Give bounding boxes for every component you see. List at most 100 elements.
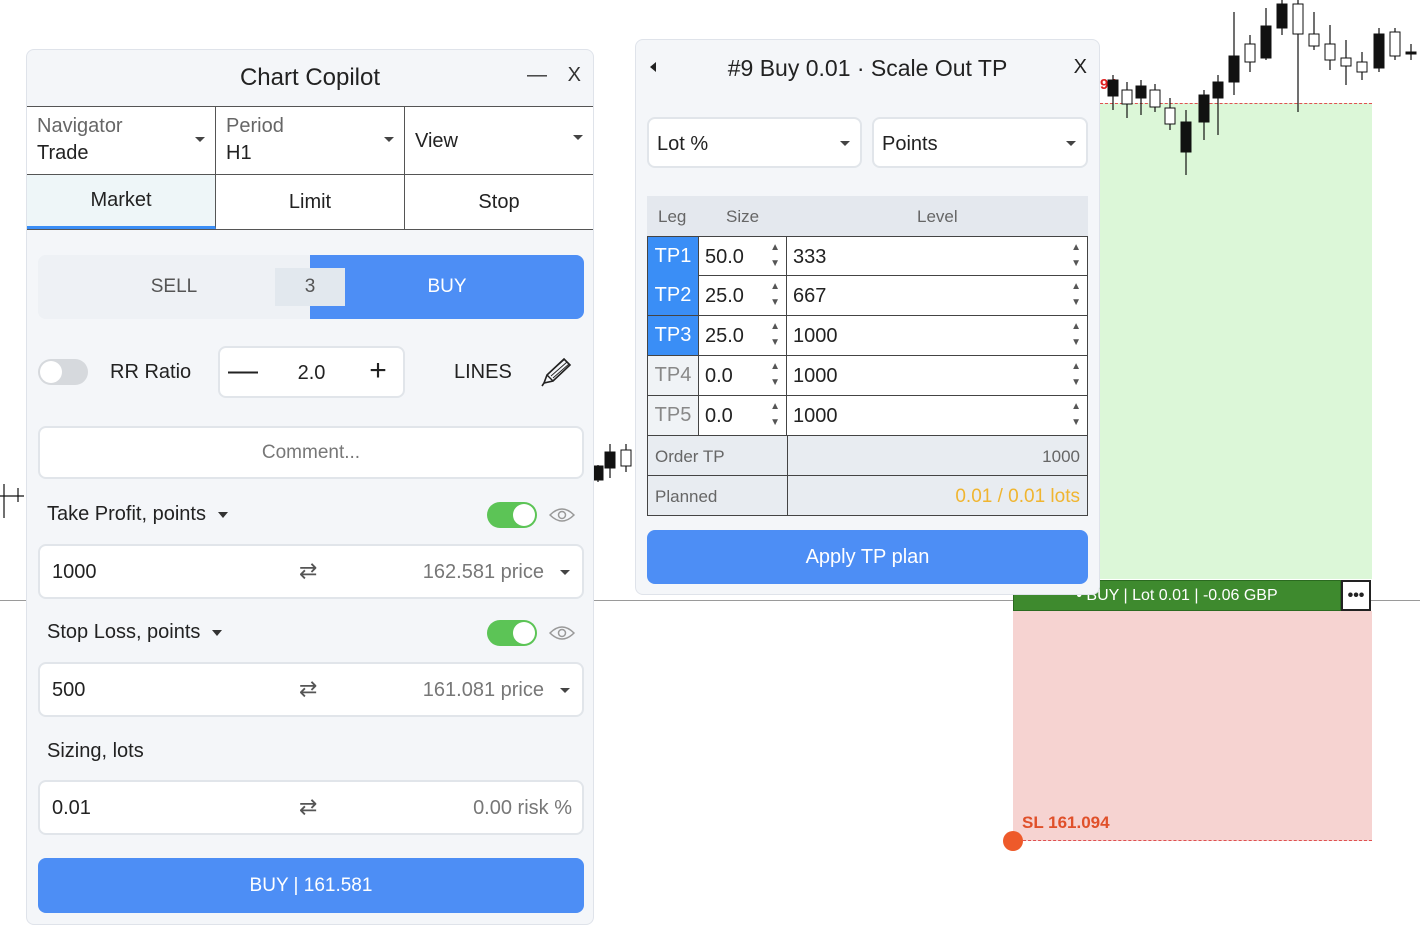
chevron-down-icon[interactable] [560, 688, 570, 693]
chevron-down-icon[interactable] [560, 570, 570, 575]
sell-button[interactable]: SELL [38, 255, 310, 319]
leg-size-input[interactable]: 0.0 ▲ ▼ [699, 396, 787, 435]
leg-level-input[interactable]: 1000 ▲ ▼ [787, 396, 1087, 435]
spin-arrows-icon[interactable]: ▲ ▼ [1071, 279, 1081, 311]
leg-toggle-4[interactable]: TP4 [648, 356, 699, 395]
stop-loss-mode-dropdown[interactable]: Stop Loss, points [47, 621, 223, 644]
apply-tp-plan-button[interactable]: Apply TP plan [647, 530, 1088, 584]
spin-arrows-icon[interactable]: ▲ ▼ [770, 359, 780, 391]
leg-level-input[interactable]: 333 ▲ ▼ [787, 237, 1087, 276]
tab-market[interactable]: Market [27, 175, 216, 229]
navigator-value: Trade [37, 142, 89, 164]
chevron-down-icon [217, 511, 228, 518]
eye-icon[interactable] [549, 506, 575, 524]
candle-body [1121, 89, 1133, 105]
spin-arrows-icon[interactable]: ▲ ▼ [770, 319, 780, 351]
spin-arrows-icon[interactable]: ▲ ▼ [1071, 319, 1081, 351]
candle-body [1308, 33, 1320, 47]
eye-icon[interactable] [549, 624, 575, 642]
spin-arrows-icon[interactable]: ▲ ▼ [1071, 240, 1081, 272]
tab-limit[interactable]: Limit [216, 175, 405, 229]
leg-level-value: 1000 [793, 365, 838, 387]
risk-percent-input[interactable]: 0.00 risk % [473, 797, 572, 820]
rr-ratio-row: RR Ratio — 2.0 + LINES [38, 346, 584, 398]
planned-row: Planned 0.01 / 0.01 lots [647, 476, 1088, 516]
view-dropdown[interactable]: View [405, 107, 593, 174]
order-tp-value: 1000 [1042, 447, 1080, 466]
panel-title: Chart Copilot [239, 64, 381, 91]
take-profit-points-input[interactable]: 1000 [52, 561, 97, 584]
leg-rows: TP1 50.0 ▲ ▼ 333 ▲ ▼ TP2 25.0 ▲ ▼ 667 ▲ ▼ TP3 25.0 ▲ ▼ 100… [647, 236, 1088, 436]
comment-input[interactable]: Comment... [38, 426, 584, 479]
candle-body [1292, 3, 1304, 35]
candle-body [1107, 79, 1119, 97]
leg-size-input[interactable]: 25.0 ▲ ▼ [699, 316, 787, 355]
navigator-dropdown[interactable]: Navigator Trade [27, 107, 216, 174]
leg-toggle-2[interactable]: TP2 [648, 276, 699, 315]
leg-toggle-3[interactable]: TP3 [648, 316, 699, 355]
back-arrow-icon[interactable] [650, 62, 656, 72]
swap-icon[interactable]: ⇄ [299, 558, 317, 584]
swap-icon[interactable]: ⇄ [299, 794, 317, 820]
sizing-label: Sizing, lots [47, 740, 144, 762]
leg-level-input[interactable]: 1000 ▲ ▼ [787, 356, 1087, 395]
planned-label: Planned [655, 487, 718, 506]
period-label: Period [226, 115, 284, 137]
panel-header[interactable]: Chart Copilot — X [27, 50, 593, 106]
spin-arrows-icon[interactable]: ▲ ▼ [770, 279, 780, 311]
leg-size-input[interactable]: 0.0 ▲ ▼ [699, 356, 787, 395]
increment-button[interactable]: + [363, 356, 393, 386]
divider [787, 436, 788, 475]
rr-ratio-label: RR Ratio [110, 361, 192, 383]
leg-level-input[interactable]: 667 ▲ ▼ [787, 276, 1087, 315]
spin-arrows-icon[interactable]: ▲ ▼ [1071, 359, 1081, 391]
pencil-icon[interactable] [538, 356, 574, 388]
side-toggle: SELL BUY 3 [38, 255, 584, 319]
stop-loss-toggle[interactable] [487, 620, 537, 646]
spin-arrows-icon[interactable]: ▲ ▼ [770, 240, 780, 272]
candle-body [592, 465, 604, 481]
candle-body [1149, 89, 1161, 108]
close-button[interactable]: X [568, 64, 581, 87]
order-tp-row: Order TP 1000 [647, 436, 1088, 476]
candle-body [1373, 33, 1385, 69]
leg-size-input[interactable]: 50.0 ▲ ▼ [699, 237, 787, 276]
take-profit-price-input[interactable]: 162.581 price [423, 561, 544, 584]
spin-arrows-icon[interactable]: ▲ ▼ [770, 399, 780, 431]
close-button[interactable]: X [1074, 56, 1087, 79]
take-profit-toggle[interactable] [487, 502, 537, 528]
level-mode-dropdown[interactable]: Points [872, 117, 1088, 168]
table-header: Leg Size Level [647, 196, 1088, 236]
tp-legs-table: Leg Size Level TP1 50.0 ▲ ▼ 333 ▲ ▼ TP2 25.0 ▲ ▼ 66… [647, 196, 1088, 516]
rr-ratio-toggle[interactable] [38, 359, 88, 385]
submit-buy-button[interactable]: BUY | 161.581 [38, 858, 584, 913]
spin-arrows-icon[interactable]: ▲ ▼ [1071, 399, 1081, 431]
lots-input[interactable]: 0.01 [52, 797, 91, 820]
leg-toggle-1[interactable]: TP1 [648, 237, 699, 276]
period-dropdown[interactable]: Period H1 [216, 107, 405, 174]
leg-toggle-5[interactable]: TP5 [648, 396, 699, 435]
stop-loss-price-input[interactable]: 161.081 price [423, 679, 544, 702]
candle-body [1389, 31, 1401, 57]
take-profit-header: Take Profit, points [47, 498, 575, 532]
stop-loss-points-input[interactable]: 500 [52, 679, 85, 702]
leg-size-value: 25.0 [705, 325, 744, 347]
leg-level-input[interactable]: 1000 ▲ ▼ [787, 316, 1087, 355]
scale-out-header[interactable]: #9 Buy 0.01 · Scale Out TP X [636, 40, 1099, 96]
tp-leg-row: TP1 50.0 ▲ ▼ 333 ▲ ▼ [647, 236, 1088, 276]
planned-value: 0.01 / 0.01 lots [955, 486, 1080, 507]
leg-size-input[interactable]: 25.0 ▲ ▼ [699, 276, 787, 315]
take-profit-field: 1000 ⇄ 162.581 price [38, 544, 584, 599]
tp-leg-row: TP4 0.0 ▲ ▼ 1000 ▲ ▼ [647, 356, 1088, 396]
column-header-level: Level [917, 207, 958, 226]
minimize-button[interactable]: — [527, 64, 547, 87]
tab-stop[interactable]: Stop [405, 175, 593, 229]
size-mode-dropdown[interactable]: Lot % [647, 117, 862, 168]
swap-icon[interactable]: ⇄ [299, 676, 317, 702]
candle-body [1405, 51, 1417, 55]
leg-level-value: 333 [793, 246, 827, 268]
buy-button[interactable]: BUY [310, 255, 584, 319]
take-profit-mode-dropdown[interactable]: Take Profit, points [47, 503, 228, 526]
chevron-down-icon [1066, 141, 1076, 146]
chevron-down-icon [212, 629, 223, 636]
